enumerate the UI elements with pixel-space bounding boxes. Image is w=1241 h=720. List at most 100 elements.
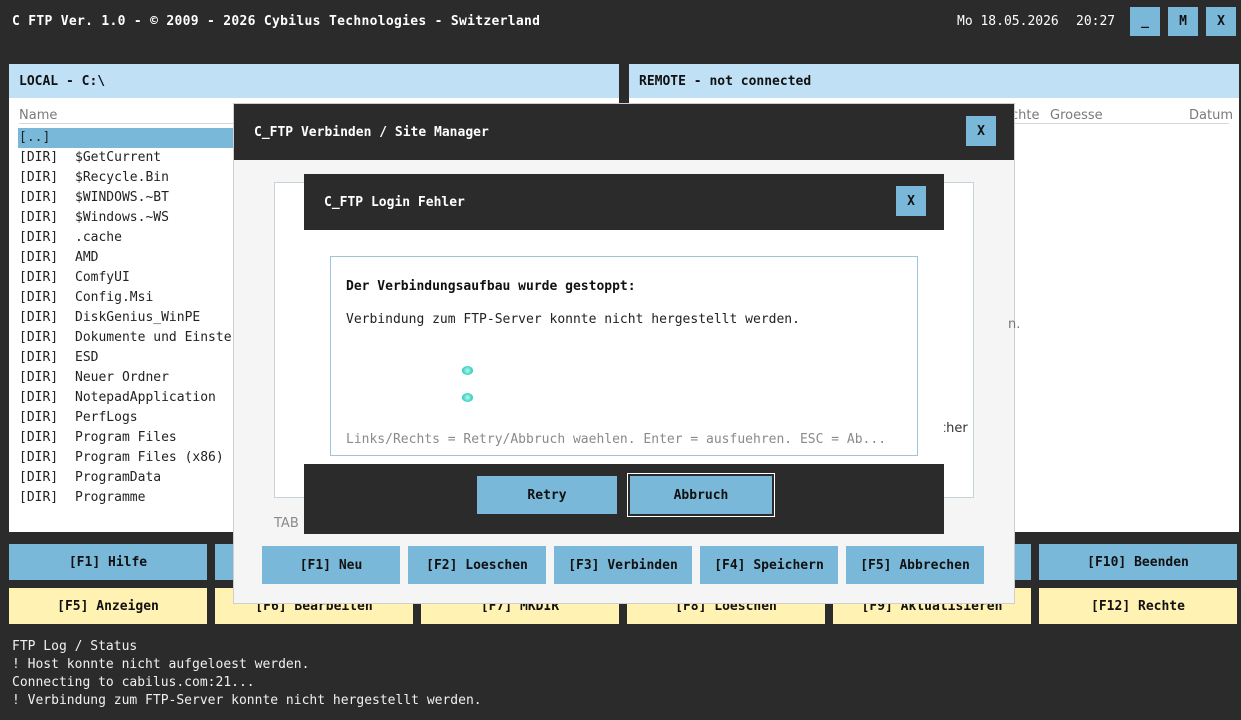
file-row[interactable]: [DIR] ESD (18, 348, 238, 368)
file-row[interactable]: [DIR] Config.Msi (18, 288, 238, 308)
log-line: ! Verbindung zum FTP-Server konnte nicht… (12, 693, 482, 708)
file-type-tag: [DIR] (19, 310, 59, 325)
tab-hint: TAB (274, 516, 299, 531)
remote-col-rights[interactable]: chte (1011, 108, 1039, 123)
file-type-tag: [DIR] (19, 490, 59, 505)
hidden-text-fragment: n. (1008, 317, 1021, 332)
new-site-button[interactable]: [F1] Neu (262, 546, 400, 584)
abort-button[interactable]: Abbruch (630, 476, 772, 514)
file-row[interactable]: [DIR] Dokumente und Einste (18, 328, 238, 348)
file-row[interactable]: [DIR] $WINDOWS.~BT (18, 188, 238, 208)
file-row[interactable]: [DIR] Neuer Ordner (18, 368, 238, 388)
error-dialog-close-button[interactable]: X (896, 186, 926, 216)
error-message: Verbindung zum FTP-Server konnte nicht h… (346, 312, 800, 327)
file-type-tag: [DIR] (19, 350, 59, 365)
file-name: $Windows.~WS (75, 210, 169, 225)
file-row[interactable]: [DIR] Program Files (x86) (18, 448, 238, 468)
log-line: Connecting to cabilus.com:21... (12, 675, 255, 690)
file-name: Program Files (75, 430, 177, 445)
close-button[interactable]: X (1206, 7, 1236, 36)
file-type-tag: [DIR] (19, 370, 59, 385)
time-display: 20:27 (1076, 14, 1116, 29)
cancel-button[interactable]: [F5] Abbrechen (846, 546, 984, 584)
file-name: $Recycle.Bin (75, 170, 169, 185)
retry-button[interactable]: Retry (477, 476, 617, 514)
file-type-tag: [DIR] (19, 250, 59, 265)
spinner-icon (462, 366, 473, 375)
file-row[interactable]: [DIR] Programme (18, 488, 238, 508)
f10-quit-button[interactable]: [F10] Beenden (1039, 544, 1237, 580)
local-file-list: [..] [DIR] $GetCurrent [DIR] $Recycle.Bin [DI… (18, 128, 238, 508)
file-name: Programme (75, 490, 146, 505)
file-name: AMD (75, 250, 99, 265)
file-name: DiskGenius_WinPE (75, 310, 201, 325)
local-col-name[interactable]: Name (19, 108, 57, 123)
file-row[interactable]: [DIR] Program Files (18, 428, 238, 448)
site-manager-title: C_FTP Verbinden / Site Manager (234, 104, 1014, 160)
file-name: ComfyUI (75, 270, 130, 285)
file-type-tag: [..] (19, 130, 51, 145)
log-line: ! Host konnte nicht aufgeloest werden. (12, 657, 310, 672)
date-display: Mo 18.05.2026 (957, 14, 1059, 29)
local-panel-header: LOCAL - C:\ (9, 64, 619, 98)
file-name: Dokumente und Einste (75, 330, 232, 345)
file-type-tag: [DIR] (19, 230, 59, 245)
file-name: $WINDOWS.~BT (75, 190, 169, 205)
error-heading: Der Verbindungsaufbau wurde gestoppt: (346, 279, 636, 294)
remote-col-divider (1007, 123, 1229, 124)
delete-site-button[interactable]: [F2] Loeschen (408, 546, 546, 584)
file-name: Program Files (x86) (75, 450, 224, 465)
f5-view-button[interactable]: [F5] Anzeigen (9, 588, 207, 624)
login-error-dialog: C_FTP Login Fehler X Der Verbindungsaufb… (304, 174, 944, 534)
file-type-tag: [DIR] (19, 270, 59, 285)
file-name: $GetCurrent (75, 150, 162, 165)
local-col-divider (19, 123, 244, 124)
maximize-button[interactable]: M (1168, 7, 1198, 36)
title-bar: C FTP Ver. 1.0 - © 2009 - 2026 Cybilus T… (0, 0, 1241, 46)
file-row[interactable]: [DIR] $GetCurrent (18, 148, 238, 168)
file-type-tag: [DIR] (19, 150, 59, 165)
remote-panel-header: REMOTE - not connected (629, 64, 1239, 98)
f12-rights-button[interactable]: [F12] Rechte (1039, 588, 1237, 624)
file-name: PerfLogs (75, 410, 138, 425)
save-site-button[interactable]: [F4] Speichern (700, 546, 838, 584)
file-name: NotepadApplication (75, 390, 216, 405)
file-type-tag: [DIR] (19, 470, 59, 485)
file-row[interactable]: [DIR] ComfyUI (18, 268, 238, 288)
file-type-tag: [DIR] (19, 190, 59, 205)
file-row[interactable]: [DIR] $Recycle.Bin (18, 168, 238, 188)
file-name: .cache (75, 230, 122, 245)
file-row[interactable]: [DIR] AMD (18, 248, 238, 268)
file-name: ProgramData (75, 470, 162, 485)
file-type-tag: [DIR] (19, 390, 59, 405)
connect-button[interactable]: [F3] Verbinden (554, 546, 692, 584)
file-row[interactable]: [DIR] PerfLogs (18, 408, 238, 428)
remote-col-size[interactable]: Groesse (1050, 108, 1103, 123)
log-title: FTP Log / Status (12, 639, 138, 654)
error-message-box: Der Verbindungsaufbau wurde gestoppt: Ve… (330, 256, 918, 456)
file-type-tag: [DIR] (19, 330, 59, 345)
file-type-tag: [DIR] (19, 430, 59, 445)
f1-help-button[interactable]: [F1] Hilfe (9, 544, 207, 580)
file-type-tag: [DIR] (19, 450, 59, 465)
error-dialog-footer: Retry Abbruch (304, 464, 944, 534)
file-name: Config.Msi (75, 290, 154, 305)
file-row[interactable]: [DIR] NotepadApplication (18, 388, 238, 408)
app-title: C FTP Ver. 1.0 - © 2009 - 2026 Cybilus T… (12, 14, 541, 29)
file-row[interactable]: [..] (18, 128, 238, 148)
file-type-tag: [DIR] (19, 290, 59, 305)
file-row[interactable]: [DIR] .cache (18, 228, 238, 248)
site-manager-close-button[interactable]: X (966, 116, 996, 146)
file-row[interactable]: [DIR] $Windows.~WS (18, 208, 238, 228)
file-type-tag: [DIR] (19, 410, 59, 425)
file-name: ESD (75, 350, 99, 365)
ftp-log: FTP Log / Status ! Host konnte nicht auf… (0, 632, 1241, 720)
remote-col-date[interactable]: Datum (1189, 108, 1233, 123)
file-name: Neuer Ordner (75, 370, 169, 385)
file-row[interactable]: [DIR] DiskGenius_WinPE (18, 308, 238, 328)
file-type-tag: [DIR] (19, 170, 59, 185)
spinner-icon (462, 393, 473, 402)
minimize-button[interactable]: _ (1130, 7, 1160, 36)
file-type-tag: [DIR] (19, 210, 59, 225)
file-row[interactable]: [DIR] ProgramData (18, 468, 238, 488)
